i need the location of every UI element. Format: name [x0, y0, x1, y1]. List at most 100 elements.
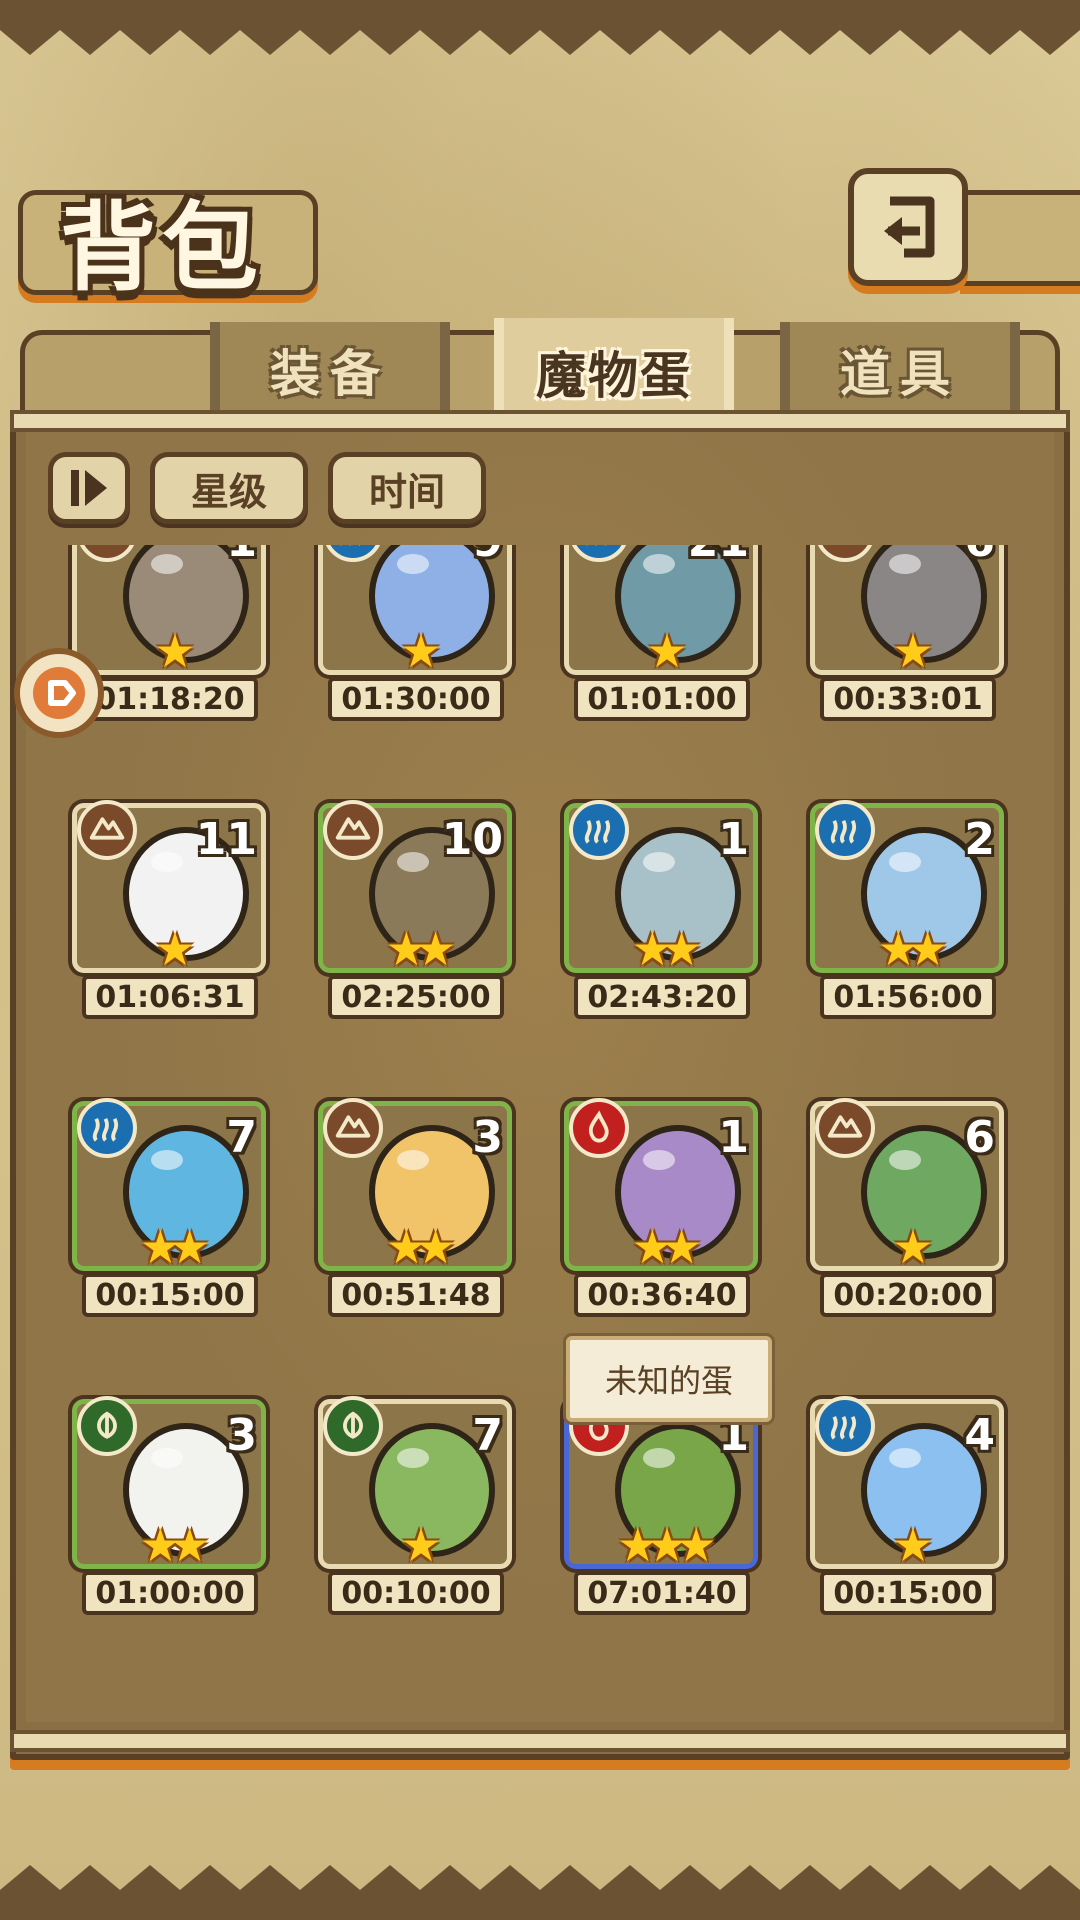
earth-element-icon	[323, 1098, 383, 1158]
egg-card[interactable]: 3 ★★	[72, 1396, 266, 1572]
egg-slot[interactable]: 6★00:33:01	[798, 545, 1008, 725]
star-rating: ★★	[139, 1518, 210, 1572]
egg-card[interactable]: 1 ★★	[564, 800, 758, 976]
egg-card[interactable]: 1★	[72, 545, 266, 675]
sort-by-time-button[interactable]: 时间	[328, 452, 486, 524]
hatch-timer: 01:56:00	[820, 975, 996, 1019]
star-rating: ★	[400, 1518, 441, 1572]
earth-element-icon	[77, 800, 137, 860]
egg-count: 7	[226, 1112, 257, 1163]
fire-element-icon	[569, 1098, 629, 1158]
egg-count: 3	[472, 1112, 503, 1163]
hatch-timer: 00:10:00	[328, 1571, 504, 1615]
egg-count: 3	[226, 1410, 257, 1461]
hatch-timer: 00:20:00	[820, 1273, 996, 1317]
egg-card[interactable]: 10 ★★	[318, 800, 512, 976]
star-rating: ★★	[631, 922, 702, 976]
tab-label: 魔物蛋	[536, 347, 692, 405]
return-arrow-icon	[884, 196, 935, 258]
tab-label: 装备	[270, 345, 390, 403]
star-rating: ★	[646, 624, 687, 678]
egg-count: 7	[472, 1410, 503, 1461]
sort-order-toggle-button[interactable]	[48, 452, 130, 524]
star-rating: ★★	[877, 922, 948, 976]
top-torn-edge	[0, 0, 1080, 55]
egg-count: 4	[964, 1410, 995, 1461]
egg-count: 6	[964, 545, 995, 567]
star-rating: ★	[892, 1220, 933, 1274]
egg-slot[interactable]: 1 ★★★ 07:01:40	[552, 1396, 762, 1619]
hatch-timer: 07:01:40	[574, 1571, 750, 1615]
sort-by-star-label: 星级	[190, 469, 267, 514]
egg-count: 21	[688, 545, 749, 567]
star-rating: ★★	[631, 1220, 702, 1274]
hatch-timer: 01:06:31	[82, 975, 258, 1019]
sort-by-star-button[interactable]: 星级	[150, 452, 308, 524]
water-element-icon	[569, 800, 629, 860]
egg-slot[interactable]: 2 ★★ 01:56:00	[798, 800, 1008, 1023]
earth-element-icon	[815, 1098, 875, 1158]
egg-card[interactable]: 9★	[318, 545, 512, 675]
egg-card[interactable]: 6★	[810, 545, 1004, 675]
egg-card[interactable]: 7 ★	[318, 1396, 512, 1572]
egg-count: 1	[718, 814, 749, 865]
water-element-icon	[815, 800, 875, 860]
tab-items[interactable]: 道具	[780, 322, 1020, 418]
star-rating: ★	[154, 624, 195, 678]
earth-element-icon	[323, 800, 383, 860]
tag-arrow-icon	[33, 667, 85, 719]
egg-card[interactable]: 2 ★★	[810, 800, 1004, 976]
page-title: 背包	[60, 192, 264, 304]
egg-slot[interactable]: 7 ★★ 00:15:00	[60, 1098, 270, 1321]
egg-count: 2	[964, 814, 995, 865]
hatch-timer: 00:33:01	[820, 677, 996, 721]
back-button-frame	[960, 190, 1080, 286]
star-rating: ★	[154, 922, 195, 976]
egg-slot[interactable]: 4 ★ 00:15:00	[798, 1396, 1008, 1619]
egg-slot[interactable]: 1 ★★ 02:43:20	[552, 800, 762, 1023]
hatch-timer: 01:30:00	[328, 677, 504, 721]
star-rating: ★★	[385, 922, 456, 976]
egg-card[interactable]: 1 ★★	[564, 1098, 758, 1274]
hatch-timer: 00:51:48	[328, 1273, 504, 1317]
egg-count: 10	[441, 814, 503, 865]
hatch-timer: 00:15:00	[82, 1273, 258, 1317]
star-rating: ★★	[385, 1220, 456, 1274]
egg-slot[interactable]: 7 ★ 00:10:00	[306, 1396, 516, 1619]
egg-grid[interactable]: 1★01:18:209★01:30:0021★01:01:006★00:33:0…	[40, 545, 1040, 1715]
side-shortcut-button[interactable]	[14, 648, 104, 738]
egg-card[interactable]: 1 ★★★	[564, 1396, 758, 1572]
egg-slot[interactable]: 3 ★★ 01:00:00	[60, 1396, 270, 1619]
egg-slot[interactable]: 3 ★★ 00:51:48	[306, 1098, 516, 1321]
egg-slot[interactable]: 11 ★ 01:06:31	[60, 800, 270, 1023]
egg-count: 1	[718, 1112, 749, 1163]
tab-label: 道具	[840, 345, 960, 403]
hatch-timer: 00:15:00	[820, 1571, 996, 1615]
panel-top-rail	[10, 410, 1070, 432]
bottom-torn-edge	[0, 1865, 1080, 1920]
hatch-timer: 00:36:40	[574, 1273, 750, 1317]
back-button[interactable]	[848, 168, 968, 286]
egg-card[interactable]: 11 ★	[72, 800, 266, 976]
star-rating: ★★★	[617, 1518, 717, 1572]
egg-slot[interactable]: 1 ★★ 00:36:40	[552, 1098, 762, 1321]
egg-card[interactable]: 21 ★	[564, 545, 758, 675]
egg-slot[interactable]: 10 ★★ 02:25:00	[306, 800, 516, 1023]
egg-slot[interactable]: 21 ★01:01:00	[552, 545, 762, 725]
hatch-timer: 01:01:00	[574, 677, 750, 721]
egg-card[interactable]: 7 ★★	[72, 1098, 266, 1271]
egg-slot[interactable]: 6 ★ 00:20:00	[798, 1098, 1008, 1321]
star-rating: ★	[892, 1518, 933, 1572]
hatch-timer: 01:18:20	[82, 677, 258, 721]
sort-order-icon	[71, 470, 107, 506]
tab-equipment[interactable]: 装备	[210, 322, 450, 418]
egg-count: 11	[195, 814, 257, 865]
egg-card[interactable]: 4 ★	[810, 1396, 1004, 1572]
egg-card[interactable]: 6★	[810, 1098, 1004, 1274]
egg-card[interactable]: 3 ★★	[318, 1098, 512, 1274]
egg-slot[interactable]: 9★01:30:00	[306, 545, 516, 725]
hatch-timer: 02:25:00	[328, 975, 504, 1019]
egg-count: 1	[226, 545, 257, 567]
egg-tooltip: 未知的蛋	[566, 1336, 772, 1422]
hatch-timer: 02:43:20	[574, 975, 750, 1019]
